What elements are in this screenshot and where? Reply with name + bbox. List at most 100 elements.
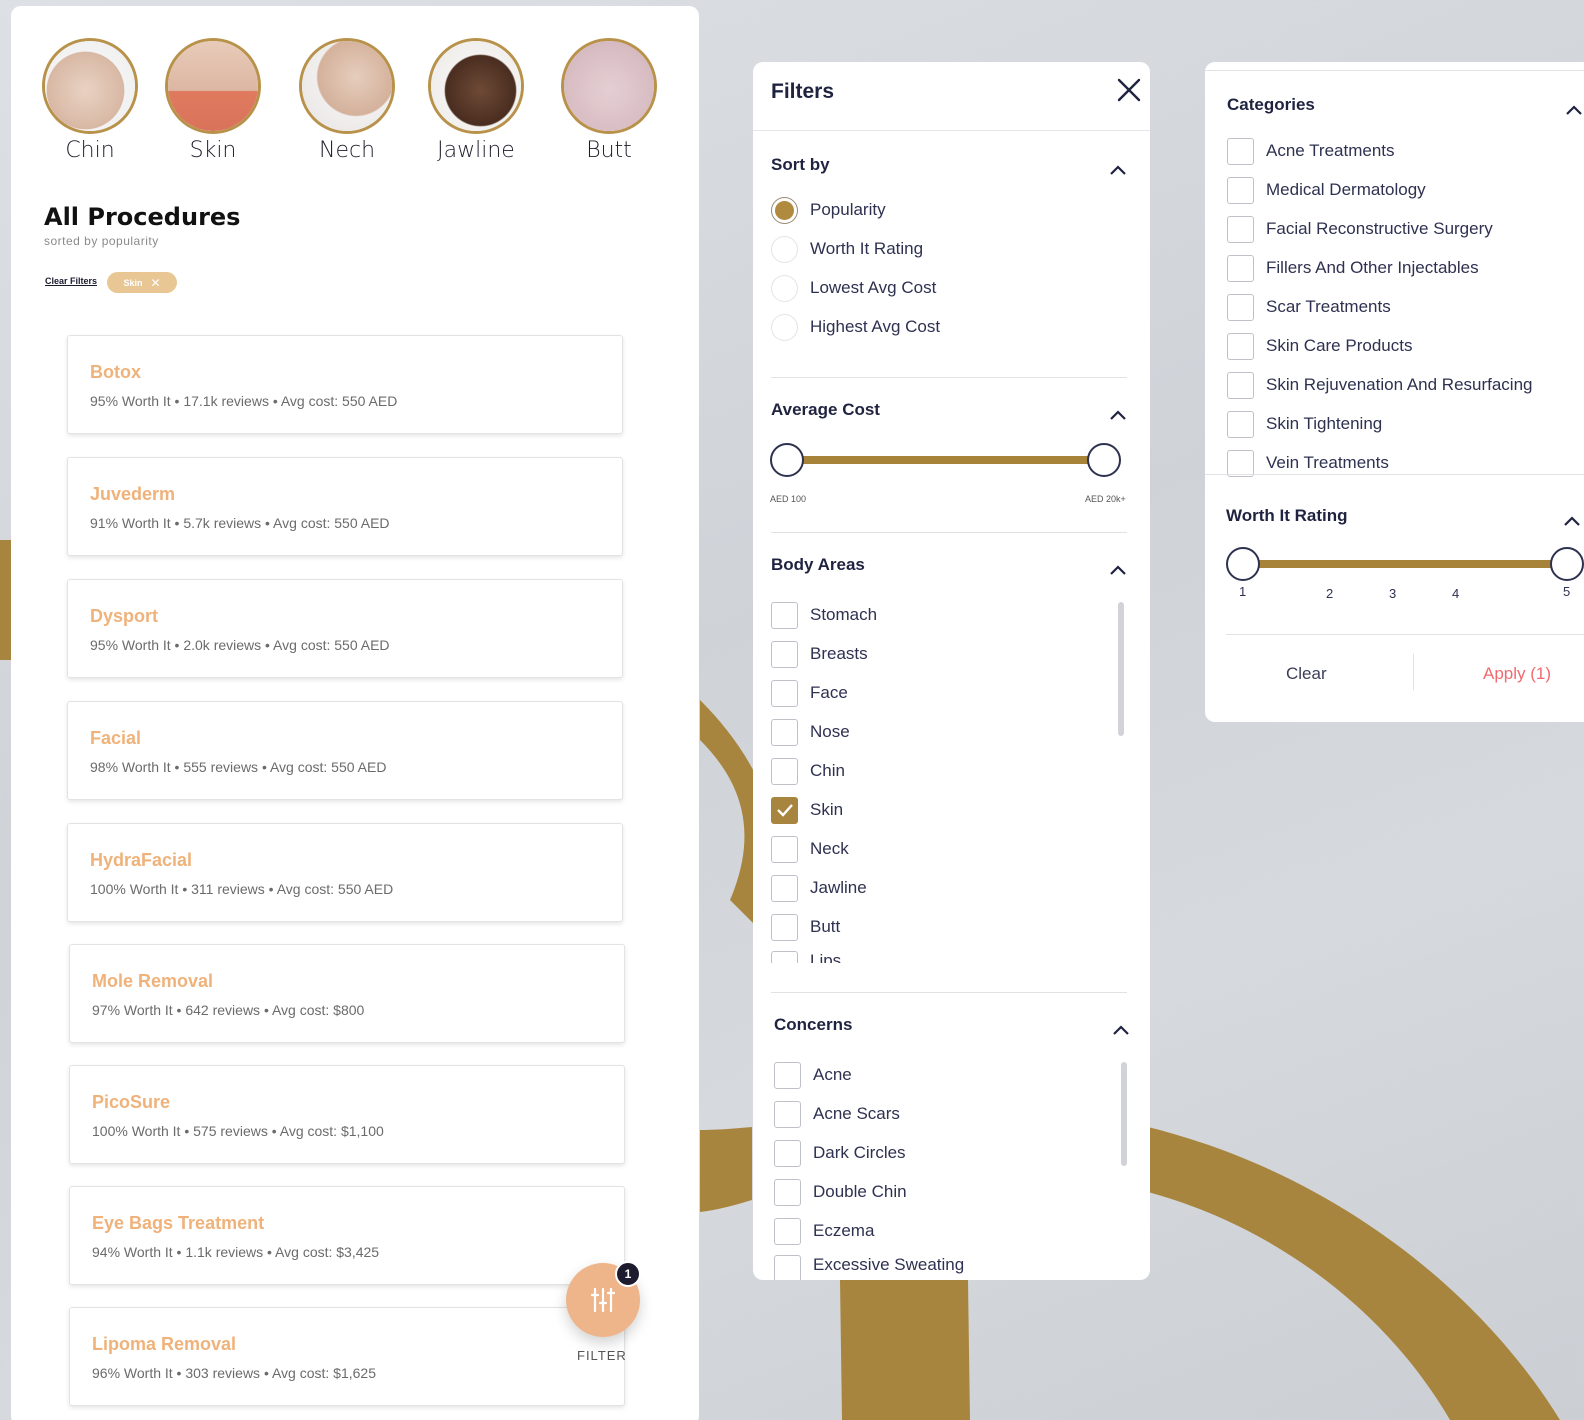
- concern-option[interactable]: Excessive Sweating: [774, 1255, 964, 1280]
- worth-it-min-handle[interactable]: [1226, 547, 1260, 581]
- body-area-option[interactable]: Jawline: [771, 873, 867, 903]
- chevron-up-icon[interactable]: [1565, 104, 1583, 116]
- body-area-skin[interactable]: Skin: [158, 38, 268, 163]
- checkbox[interactable]: [774, 1139, 801, 1167]
- body-area-option[interactable]: Lips: [771, 951, 841, 963]
- checkbox[interactable]: [1227, 449, 1254, 477]
- checkbox[interactable]: [1227, 176, 1254, 204]
- range-tick: [841, 464, 842, 470]
- body-area-option[interactable]: Nose: [771, 717, 850, 747]
- body-area-jawline[interactable]: Jawline: [421, 38, 531, 163]
- body-area-option[interactable]: Breasts: [771, 639, 868, 669]
- cost-min-handle[interactable]: [770, 443, 804, 477]
- checkbox[interactable]: [1227, 410, 1254, 438]
- close-icon[interactable]: [1115, 76, 1143, 104]
- checkbox[interactable]: [771, 874, 798, 902]
- category-option[interactable]: Acne Treatments: [1227, 136, 1395, 166]
- checkbox[interactable]: [771, 679, 798, 707]
- checkbox[interactable]: [771, 718, 798, 746]
- radio-button[interactable]: [771, 235, 798, 263]
- procedure-card[interactable]: Juvederm 91% Worth It • 5.7k reviews • A…: [67, 457, 623, 556]
- body-area-butt[interactable]: Butt: [554, 38, 664, 163]
- checkbox[interactable]: [771, 757, 798, 785]
- category-option[interactable]: Skin Rejuvenation And Resurfacing: [1227, 370, 1533, 400]
- checkbox[interactable]: [771, 796, 798, 824]
- body-area-option[interactable]: Face: [771, 678, 848, 708]
- procedure-card[interactable]: Dysport 95% Worth It • 2.0k reviews • Av…: [67, 579, 623, 678]
- procedure-card[interactable]: Facial 98% Worth It • 555 reviews • Avg …: [67, 701, 623, 800]
- chevron-up-icon[interactable]: [1112, 1024, 1130, 1036]
- body-area-option[interactable]: Neck: [771, 834, 849, 864]
- worth-it-max-handle[interactable]: [1550, 547, 1584, 581]
- checkbox[interactable]: [774, 1217, 801, 1245]
- option-label: Eczema: [813, 1221, 875, 1240]
- category-option[interactable]: Fillers And Other Injectables: [1227, 253, 1479, 283]
- avatar: [299, 38, 395, 134]
- checkbox[interactable]: [771, 835, 798, 863]
- concerns-scrollbar[interactable]: [1121, 1062, 1127, 1166]
- chevron-up-icon[interactable]: [1109, 164, 1127, 176]
- sort-option-lowest-cost[interactable]: Lowest Avg Cost: [771, 273, 936, 303]
- concern-option[interactable]: Acne Scars: [774, 1099, 900, 1129]
- category-option[interactable]: Scar Treatments: [1227, 292, 1391, 322]
- close-icon[interactable]: ✕: [150, 276, 160, 290]
- concern-option[interactable]: Eczema: [774, 1216, 874, 1246]
- checkbox[interactable]: [771, 951, 798, 963]
- checkbox[interactable]: [774, 1178, 801, 1206]
- clear-filters-link[interactable]: Clear Filters: [45, 276, 97, 286]
- chevron-up-icon[interactable]: [1563, 515, 1581, 527]
- procedure-card[interactable]: Mole Removal 97% Worth It • 642 reviews …: [69, 944, 625, 1043]
- checkbox[interactable]: [771, 640, 798, 668]
- body-area-option[interactable]: Stomach: [771, 600, 877, 630]
- divider: [753, 130, 1150, 131]
- checkbox[interactable]: [1227, 293, 1254, 321]
- checkbox[interactable]: [774, 1100, 801, 1128]
- body-area-option[interactable]: Butt: [771, 912, 840, 942]
- body-area-option-checked[interactable]: Skin: [771, 795, 843, 825]
- body-areas-scrollbar[interactable]: [1118, 602, 1124, 736]
- apply-button[interactable]: Apply (1): [1483, 664, 1551, 684]
- avatar: [42, 38, 138, 134]
- active-filter-chip[interactable]: Skin ✕: [107, 272, 177, 293]
- concern-option[interactable]: Dark Circles: [774, 1138, 906, 1168]
- radio-button[interactable]: [771, 196, 798, 224]
- checkbox[interactable]: [774, 1255, 801, 1280]
- radio-button[interactable]: [771, 313, 798, 341]
- procedure-card[interactable]: Eye Bags Treatment 94% Worth It • 1.1k r…: [69, 1186, 625, 1285]
- procedure-card[interactable]: Lipoma Removal 96% Worth It • 303 review…: [69, 1307, 625, 1406]
- category-option[interactable]: Facial Reconstructive Surgery: [1227, 214, 1493, 244]
- checkbox[interactable]: [1227, 137, 1254, 165]
- concern-option[interactable]: Acne: [774, 1060, 852, 1090]
- checkbox[interactable]: [771, 913, 798, 941]
- checkbox[interactable]: [1227, 332, 1254, 360]
- sort-option-worth-it[interactable]: Worth It Rating: [771, 234, 923, 264]
- concern-option[interactable]: Double Chin: [774, 1177, 907, 1207]
- body-area-option[interactable]: Chin: [771, 756, 845, 786]
- worth-it-tick-label: 5: [1563, 584, 1571, 599]
- category-option[interactable]: Medical Dermatology: [1227, 175, 1426, 205]
- chevron-up-icon[interactable]: [1109, 409, 1127, 421]
- chevron-up-icon[interactable]: [1109, 564, 1127, 576]
- cost-range-track[interactable]: [787, 456, 1105, 464]
- checkbox[interactable]: [774, 1061, 801, 1089]
- checkbox[interactable]: [771, 601, 798, 629]
- sort-option-highest-cost[interactable]: Highest Avg Cost: [771, 312, 940, 342]
- sort-option-popularity[interactable]: Popularity: [771, 195, 886, 225]
- procedure-card[interactable]: Botox 95% Worth It • 17.1k reviews • Avg…: [67, 335, 623, 434]
- body-area-label: Chin: [65, 138, 115, 163]
- checkbox[interactable]: [1227, 215, 1254, 243]
- divider: [1205, 70, 1584, 71]
- cost-max-handle[interactable]: [1087, 443, 1121, 477]
- procedure-card[interactable]: HydraFacial 100% Worth It • 311 reviews …: [67, 823, 623, 922]
- body-area-chin[interactable]: Chin: [35, 38, 145, 163]
- procedure-card[interactable]: PicoSure 100% Worth It • 575 reviews • A…: [69, 1065, 625, 1164]
- checkbox[interactable]: [1227, 371, 1254, 399]
- radio-button[interactable]: [771, 274, 798, 302]
- worth-it-range-track[interactable]: [1243, 560, 1568, 568]
- category-option[interactable]: Skin Care Products: [1227, 331, 1412, 361]
- checkbox[interactable]: [1227, 254, 1254, 282]
- procedure-name: PicoSure: [92, 1092, 171, 1112]
- category-option[interactable]: Skin Tightening: [1227, 409, 1382, 439]
- clear-button[interactable]: Clear: [1286, 664, 1327, 684]
- body-area-neck[interactable]: Nech: [292, 38, 402, 163]
